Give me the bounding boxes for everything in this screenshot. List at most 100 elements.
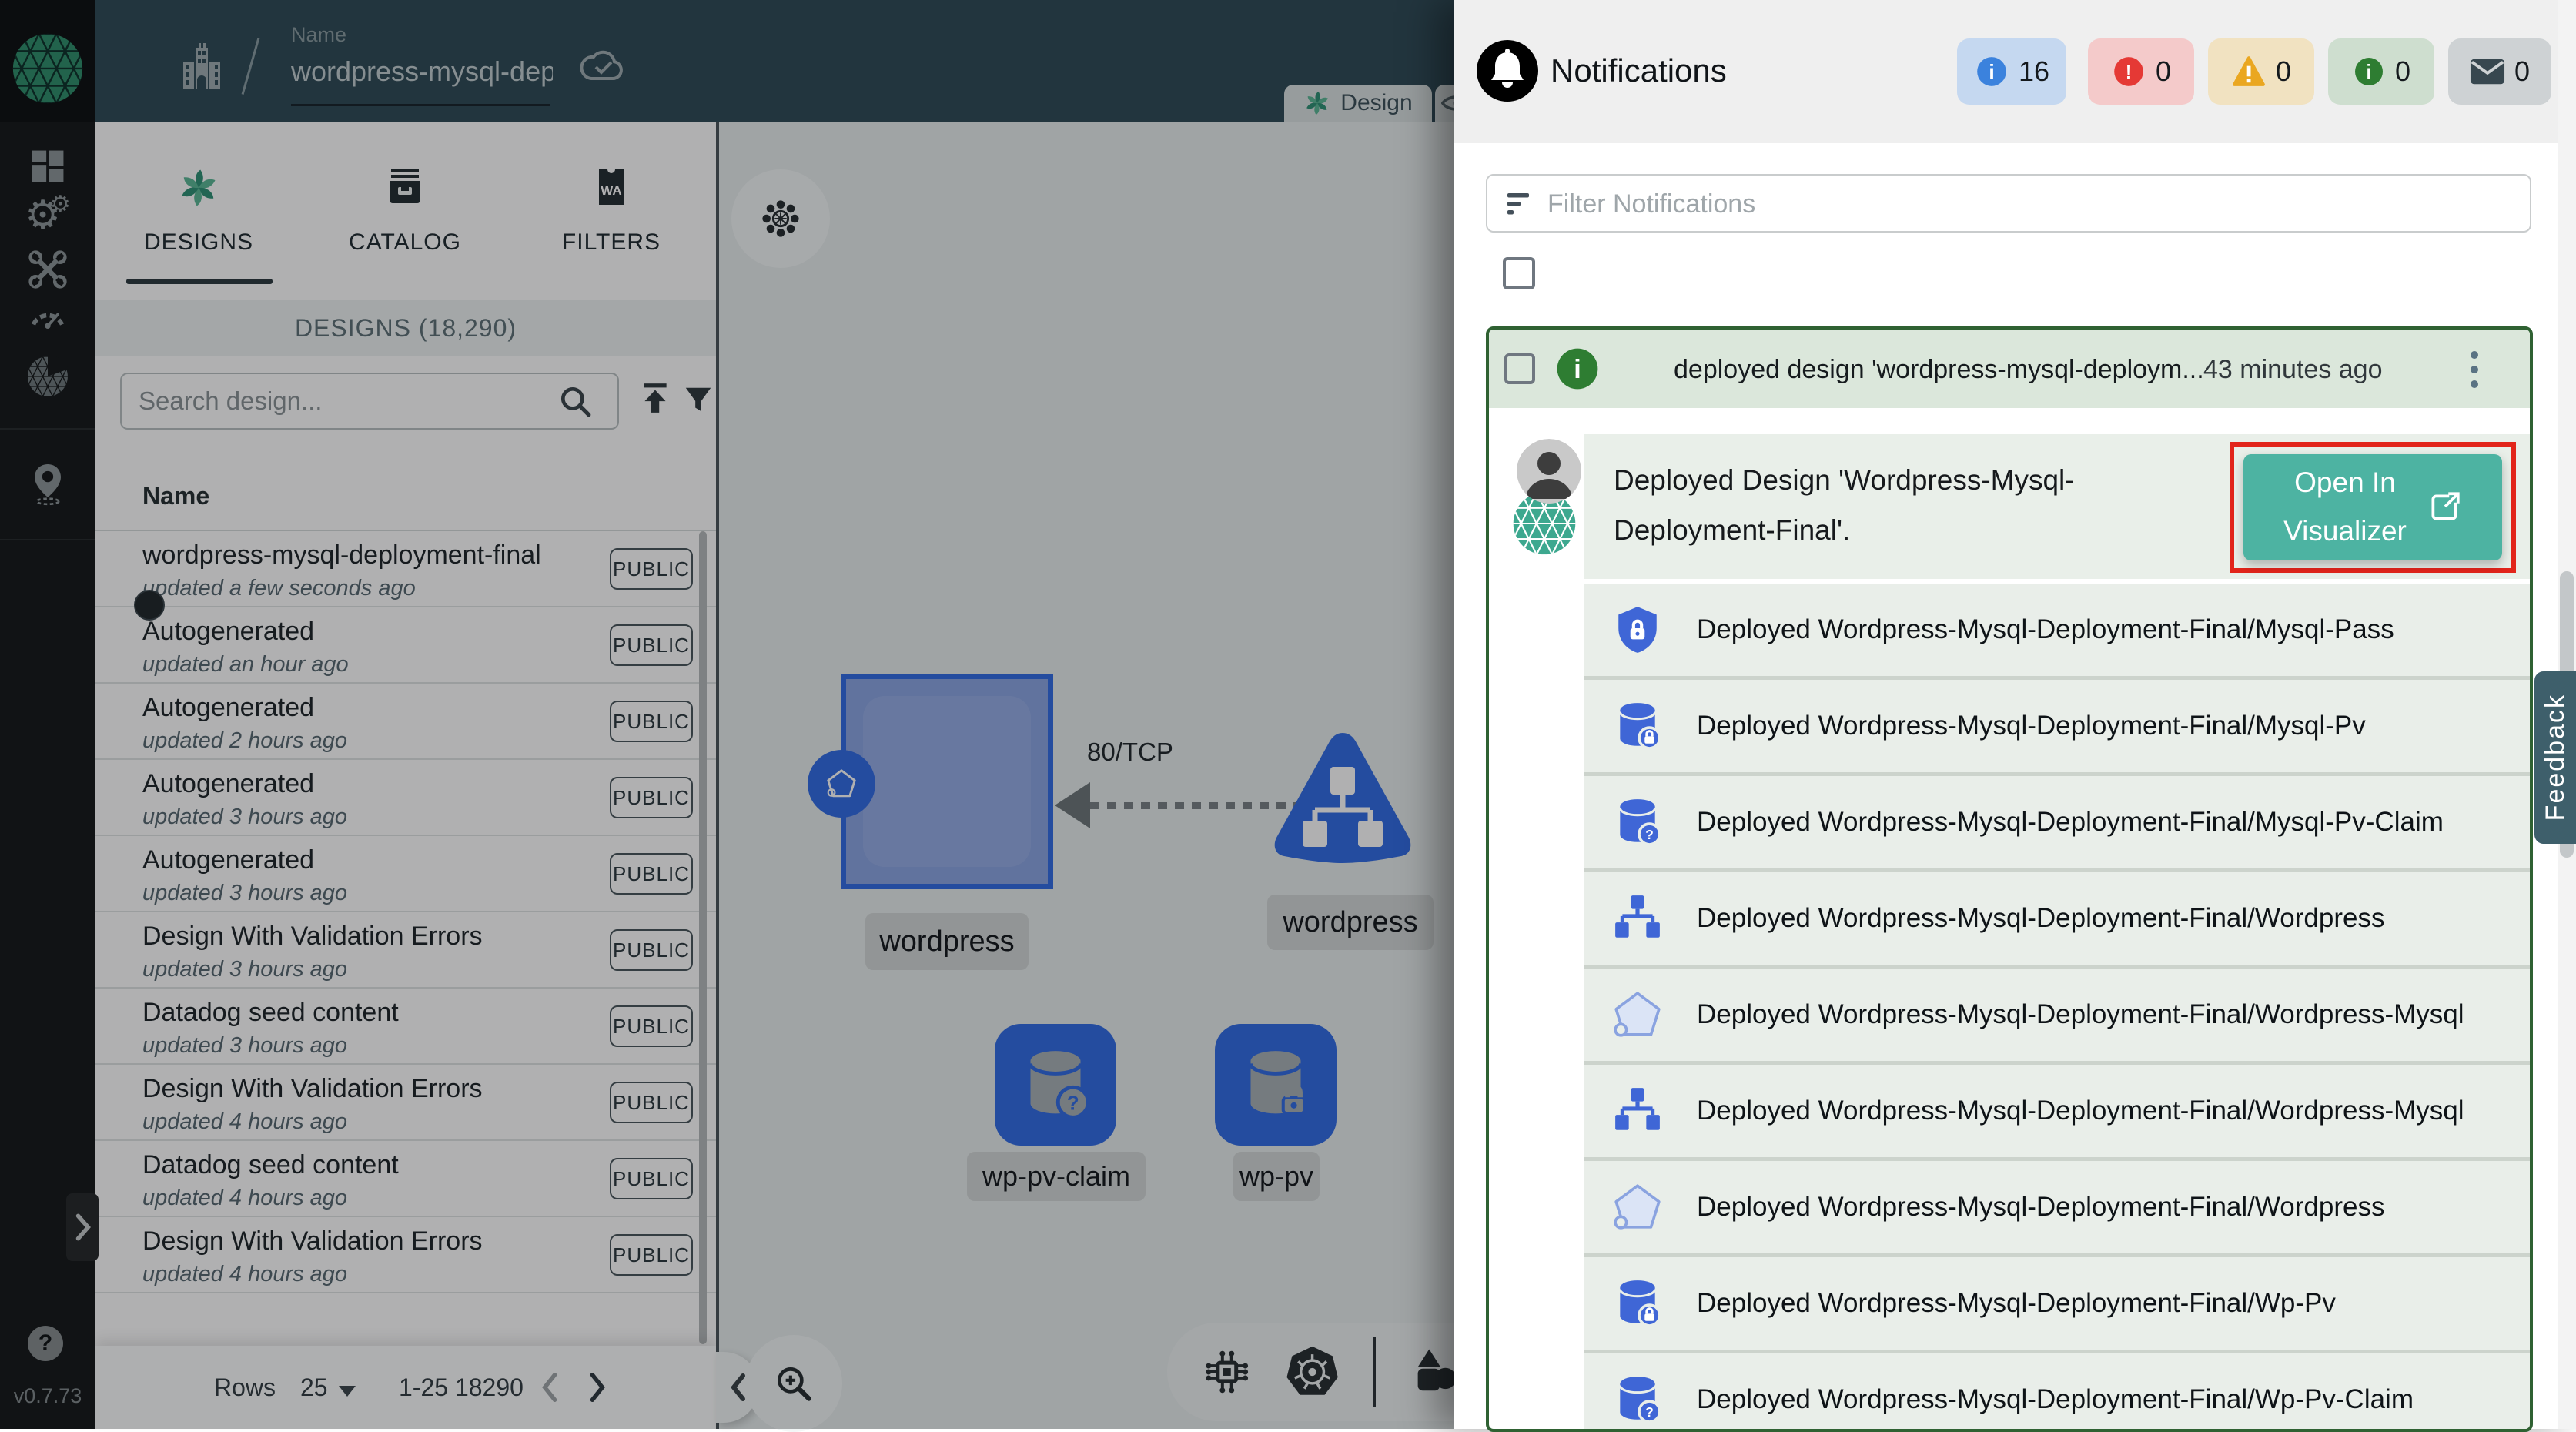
help-button[interactable]: ? xyxy=(28,1326,63,1361)
sidebar-item-dashboard[interactable] xyxy=(26,145,69,188)
deployment-detail-row[interactable]: Deployed Wordpress-Mysql-Deployment-Fina… xyxy=(1584,680,2533,776)
design-row[interactable]: Design With Validation Errors updated 3 … xyxy=(95,912,716,989)
design-list-scrollbar[interactable] xyxy=(699,531,707,1344)
design-canvas[interactable]: wordpress 80/TCP wordpress ? wp-pv-claim xyxy=(716,122,1454,1429)
node-badge-circle xyxy=(808,750,875,818)
upload-design-icon[interactable] xyxy=(637,380,673,416)
notifications-drawer: Notifications i 16 ! 0 0 i xyxy=(1454,0,2576,1429)
designs-pinwheel-icon xyxy=(177,166,220,209)
design-updated: updated 2 hours ago xyxy=(142,728,347,754)
tab-catalog[interactable]: CATALOG xyxy=(302,122,508,300)
notification-message-panel: Deployed Design 'Wordpress-Mysql- Deploy… xyxy=(1584,434,2530,579)
app-logo-block[interactable] xyxy=(0,0,95,122)
design-row[interactable]: Datadog seed content updated 3 hours ago… xyxy=(95,989,716,1065)
node-label-wp-pv[interactable]: wp-pv xyxy=(1233,1152,1320,1201)
node-label-wp-pv-claim[interactable]: wp-pv-claim xyxy=(967,1152,1146,1201)
node-wordpress-deployment[interactable] xyxy=(841,674,1053,889)
node-wp-pv-claim[interactable]: ? xyxy=(995,1024,1116,1146)
volume-lock-icon xyxy=(1236,1045,1316,1125)
search-design-input[interactable] xyxy=(120,373,619,430)
design-name-input[interactable]: wordpress-mysql-deplo xyxy=(291,55,553,88)
tab-design-mode[interactable]: Design xyxy=(1284,85,1432,122)
tab-designs[interactable]: DESIGNS xyxy=(95,122,302,300)
speedometer-icon xyxy=(28,299,68,339)
badge-error[interactable]: ! 0 xyxy=(2088,38,2194,105)
node-label-wordpress-service[interactable]: wordpress xyxy=(1267,895,1434,950)
page-prev-icon[interactable] xyxy=(539,1370,559,1404)
design-name: wordpress-mysql-deployment-final xyxy=(142,540,541,570)
svg-text:i: i xyxy=(2366,60,2371,83)
design-updated: updated 3 hours ago xyxy=(142,881,347,906)
sidebar-item-performance[interactable] xyxy=(26,297,69,340)
organization-building-icon[interactable] xyxy=(182,43,222,91)
canvas-settings-button[interactable] xyxy=(731,169,830,268)
rows-per-page-caret-icon[interactable] xyxy=(339,1386,356,1397)
notifications-header: Notifications i 16 ! 0 0 i xyxy=(1454,0,2576,143)
design-row[interactable]: Design With Validation Errors updated 4 … xyxy=(95,1217,716,1293)
deployment-detail-row[interactable]: Deployed Wordpress-Mysql-Deployment-Fina… xyxy=(1584,969,2533,1065)
badge-success[interactable]: i 0 xyxy=(2328,38,2434,105)
feedback-tab[interactable]: Feedback xyxy=(2534,671,2576,844)
svg-text:?: ? xyxy=(1645,1404,1654,1420)
kubernetes-icon[interactable] xyxy=(1284,1343,1340,1401)
badge-info[interactable]: i 16 xyxy=(1957,38,2066,105)
design-name: Design With Validation Errors xyxy=(142,1074,483,1104)
rows-per-page-select[interactable]: 25 xyxy=(300,1373,328,1402)
badge-warning[interactable]: 0 xyxy=(2208,38,2314,105)
deployment-detail-row[interactable]: ? Deployed Wordpress-Mysql-Deployment-Fi… xyxy=(1584,1353,2533,1432)
open-in-visualizer-button[interactable]: Open In Visualizer xyxy=(2243,454,2502,560)
design-updated: updated 3 hours ago xyxy=(142,1033,347,1059)
sidebar-expand-button[interactable] xyxy=(66,1193,99,1261)
zoom-in-button[interactable] xyxy=(745,1335,842,1432)
notification-checkbox[interactable] xyxy=(1504,353,1535,384)
sidebar-item-environment[interactable] xyxy=(26,462,69,505)
design-row[interactable]: Autogenerated updated 3 hours ago PUBLIC xyxy=(95,836,716,912)
filter-funnel-icon[interactable] xyxy=(682,383,714,416)
visibility-badge: PUBLIC xyxy=(610,853,693,895)
sidebar-item-lifecycle[interactable]: ⚙ ⚙ xyxy=(26,194,69,237)
design-row[interactable]: Autogenerated updated an hour ago PUBLIC xyxy=(95,607,716,684)
node-wp-pv[interactable] xyxy=(1215,1024,1337,1146)
notification-message: Deployed Design 'Wordpress-Mysql- Deploy… xyxy=(1614,456,2075,556)
notification-card: i deployed design 'wordpress-mysql-deplo… xyxy=(1486,326,2533,1432)
design-name: Autogenerated xyxy=(142,693,314,723)
sidebar-item-configuration[interactable] xyxy=(26,248,69,291)
search-icon[interactable] xyxy=(557,383,593,419)
shapes-icon[interactable] xyxy=(1408,1345,1460,1399)
deployment-detail-text: Deployed Wordpress-Mysql-Deployment-Fina… xyxy=(1697,1192,2384,1223)
node-label-wordpress-deployment[interactable]: wordpress xyxy=(865,913,1029,970)
filter-notifications-input[interactable] xyxy=(1546,176,2504,233)
design-row[interactable]: Design With Validation Errors updated 4 … xyxy=(95,1065,716,1141)
column-header-name[interactable]: Name xyxy=(142,482,209,510)
page-next-icon[interactable] xyxy=(588,1370,608,1404)
deployment-detail-row[interactable]: Deployed Wordpress-Mysql-Deployment-Fina… xyxy=(1584,584,2533,680)
design-row[interactable]: Autogenerated updated 2 hours ago PUBLIC xyxy=(95,684,716,760)
sidebar-item-extensions[interactable] xyxy=(26,355,69,398)
mesh-pie-icon xyxy=(27,356,69,397)
badge-read[interactable]: 0 xyxy=(2448,38,2551,105)
node-wordpress-service[interactable] xyxy=(1266,724,1420,866)
deployment-detail-row[interactable]: ? Deployed Wordpress-Mysql-Deployment-Fi… xyxy=(1584,776,2533,872)
design-updated: updated 4 hours ago xyxy=(142,1186,347,1211)
volume-claim-icon: ? xyxy=(1015,1045,1096,1125)
design-updated: updated 3 hours ago xyxy=(142,805,347,830)
deployment-detail-row[interactable]: Deployed Wordpress-Mysql-Deployment-Fina… xyxy=(1584,1065,2533,1161)
tab-filters[interactable]: WA FILTERS xyxy=(508,122,714,300)
visibility-badge: PUBLIC xyxy=(610,929,693,971)
left-nav-rail: ⚙ ⚙ xyxy=(0,0,95,1429)
svg-text:!: ! xyxy=(2125,59,2132,83)
design-row[interactable]: Datadog seed content updated 4 hours ago… xyxy=(95,1141,716,1217)
notification-card-header[interactable]: i deployed design 'wordpress-mysql-deplo… xyxy=(1489,330,2530,408)
design-name: Datadog seed content xyxy=(142,1150,399,1180)
design-row[interactable]: wordpress-mysql-deployment-final updated… xyxy=(95,531,716,607)
deployment-detail-row[interactable]: Deployed Wordpress-Mysql-Deployment-Fina… xyxy=(1584,1257,2533,1353)
kebab-menu-icon[interactable] xyxy=(2465,346,2484,393)
bell-icon[interactable] xyxy=(1477,40,1538,102)
design-updated: updated an hour ago xyxy=(142,652,349,678)
circuit-chip-icon[interactable] xyxy=(1203,1347,1252,1397)
deployment-detail-row[interactable]: Deployed Wordpress-Mysql-Deployment-Fina… xyxy=(1584,1161,2533,1257)
design-row[interactable]: Autogenerated updated 3 hours ago PUBLIC xyxy=(95,760,716,836)
select-all-checkbox[interactable] xyxy=(1503,257,1535,289)
volume-claim-icon: ? xyxy=(1612,797,1663,848)
deployment-detail-row[interactable]: Deployed Wordpress-Mysql-Deployment-Fina… xyxy=(1584,872,2533,969)
